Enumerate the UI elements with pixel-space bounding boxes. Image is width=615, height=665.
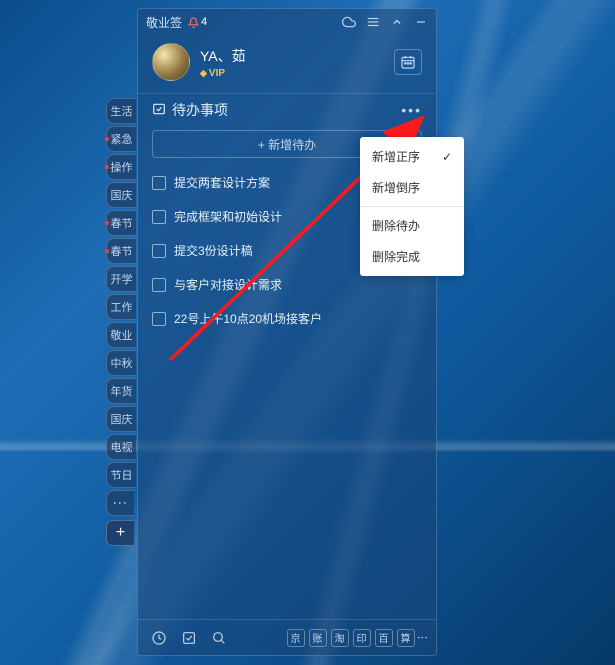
- clock-icon[interactable]: [150, 629, 168, 647]
- shortcut-button[interactable]: 淘: [331, 629, 349, 647]
- avatar[interactable]: [152, 43, 190, 81]
- side-tab[interactable]: 国庆: [106, 182, 136, 208]
- todo-checkbox[interactable]: [152, 176, 166, 190]
- side-tab[interactable]: 国庆: [106, 406, 136, 432]
- todo-text: 22号上午10点20机场接客户: [174, 310, 322, 327]
- username: YA、茹: [200, 46, 246, 66]
- side-tab[interactable]: 紧急: [106, 126, 136, 152]
- notification-count: 4: [201, 16, 207, 28]
- app-window: 敬业签 4 YA、茹 VIP: [137, 8, 437, 656]
- side-tab[interactable]: 敬业: [106, 322, 136, 348]
- shortcut-button[interactable]: 账: [309, 629, 327, 647]
- cloud-sync-icon[interactable]: [342, 15, 356, 29]
- todo-text: 提交3份设计稿: [174, 242, 253, 259]
- check-icon: ✓: [442, 150, 452, 164]
- app-name: 敬业签: [146, 14, 182, 31]
- side-tab[interactable]: 生活: [106, 98, 136, 124]
- bottombar: 京 账 淘 印 百 算 ⋮: [138, 619, 436, 655]
- shortcut-button[interactable]: 京: [287, 629, 305, 647]
- profile-section: YA、茹 VIP: [138, 35, 436, 93]
- side-tab[interactable]: 开学: [106, 266, 136, 292]
- side-tab[interactable]: 操作: [106, 154, 136, 180]
- sort-dropdown: 新增正序 ✓ 新增倒序 删除待办 删除完成: [360, 137, 464, 276]
- titlebar: 敬业签 4: [138, 9, 436, 35]
- collapse-icon[interactable]: [390, 15, 404, 29]
- todo-text: 提交两套设计方案: [174, 174, 270, 191]
- bottombar-more-icon[interactable]: ⋮: [419, 632, 425, 643]
- section-more-icon[interactable]: •••: [401, 102, 422, 118]
- notification-icon[interactable]: 4: [188, 16, 207, 28]
- section-title: 待办事项: [172, 100, 228, 120]
- shortcut-button[interactable]: 算: [397, 629, 415, 647]
- todo-text: 完成框架和初始设计: [174, 208, 282, 225]
- minimize-icon[interactable]: [414, 15, 428, 29]
- shortcut-button[interactable]: 印: [353, 629, 371, 647]
- menu-icon[interactable]: [366, 15, 380, 29]
- shortcut-button[interactable]: 百: [375, 629, 393, 647]
- side-tab[interactable]: 中秋: [106, 350, 136, 376]
- todo-checkbox[interactable]: [152, 278, 166, 292]
- side-tab[interactable]: 年货: [106, 378, 136, 404]
- dropdown-item-sort-desc[interactable]: 新增倒序: [360, 172, 464, 203]
- todo-checkbox[interactable]: [152, 312, 166, 326]
- todo-text: 与客户对接设计需求: [174, 276, 282, 293]
- dropdown-item-delete-done[interactable]: 删除完成: [360, 241, 464, 272]
- dropdown-item-sort-asc[interactable]: 新增正序 ✓: [360, 141, 464, 172]
- todo-checkbox[interactable]: [152, 244, 166, 258]
- side-tab[interactable]: 工作: [106, 294, 136, 320]
- todo-section-header: 待办事项 •••: [138, 93, 436, 126]
- search-icon[interactable]: [210, 629, 228, 647]
- dropdown-divider: [360, 206, 464, 207]
- side-add-button[interactable]: +: [106, 520, 134, 546]
- side-tab[interactable]: 春节: [106, 238, 136, 264]
- dropdown-item-delete-todo[interactable]: 删除待办: [360, 210, 464, 241]
- side-tab[interactable]: 春节: [106, 210, 136, 236]
- calendar-button[interactable]: [394, 49, 422, 75]
- todo-checkbox[interactable]: [152, 210, 166, 224]
- side-tab[interactable]: 节日: [106, 462, 136, 488]
- todo-item[interactable]: 22号上午10点20机场接客户: [152, 302, 422, 336]
- checklist-icon: [152, 102, 166, 119]
- side-tab[interactable]: 电视: [106, 434, 136, 460]
- category-tabs: 生活 紧急 操作 国庆 春节 春节 开学 工作 敬业 中秋 年货 国庆 电视 节…: [106, 98, 136, 546]
- vip-badge: VIP: [200, 68, 246, 79]
- side-more-button[interactable]: ⋮: [106, 490, 134, 516]
- done-list-icon[interactable]: [180, 629, 198, 647]
